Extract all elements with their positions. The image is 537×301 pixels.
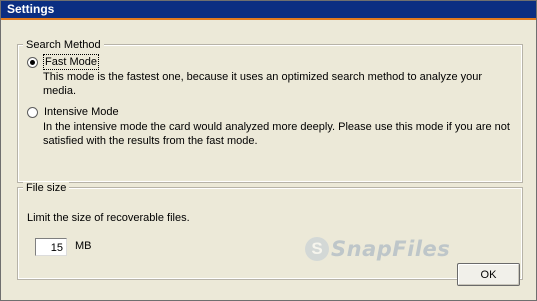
title-bar: Settings xyxy=(1,1,536,20)
intensive-mode-option[interactable]: Intensive Mode xyxy=(27,105,119,119)
snapfiles-logo-icon: S xyxy=(305,237,329,261)
ok-button[interactable]: OK xyxy=(457,263,520,286)
fast-mode-option[interactable]: Fast Mode xyxy=(27,54,99,70)
file-size-description: Limit the size of recoverable files. xyxy=(27,212,190,224)
radio-selected-dot xyxy=(30,60,35,65)
dialog-content: Search Method Fast Mode This mode is the… xyxy=(1,20,536,300)
fast-mode-description-line-2: media. xyxy=(43,85,77,97)
fast-mode-radio[interactable] xyxy=(27,57,38,68)
file-size-input[interactable] xyxy=(35,238,67,256)
snapfiles-watermark-text: SnapFiles xyxy=(331,237,451,261)
intensive-mode-description-line-2: satisfied with the results from the fast… xyxy=(43,135,258,147)
intensive-mode-label[interactable]: Intensive Mode xyxy=(44,105,119,119)
intensive-mode-radio[interactable] xyxy=(27,107,38,118)
settings-window: Settings Search Method Fast Mode This mo… xyxy=(0,0,537,301)
file-size-group: File size Limit the size of recoverable … xyxy=(18,182,522,279)
search-method-legend: Search Method xyxy=(23,39,104,51)
search-method-group: Search Method Fast Mode This mode is the… xyxy=(18,39,522,182)
file-size-legend: File size xyxy=(23,182,70,194)
file-size-unit: MB xyxy=(75,240,92,252)
fast-mode-description-line-1: This mode is the fastest one, because it… xyxy=(43,71,483,83)
window-title: Settings xyxy=(7,2,55,16)
fast-mode-label[interactable]: Fast Mode xyxy=(43,54,99,70)
intensive-mode-description-line-1: In the intensive mode the card would ana… xyxy=(43,121,510,133)
snapfiles-watermark: S SnapFiles xyxy=(305,237,450,261)
